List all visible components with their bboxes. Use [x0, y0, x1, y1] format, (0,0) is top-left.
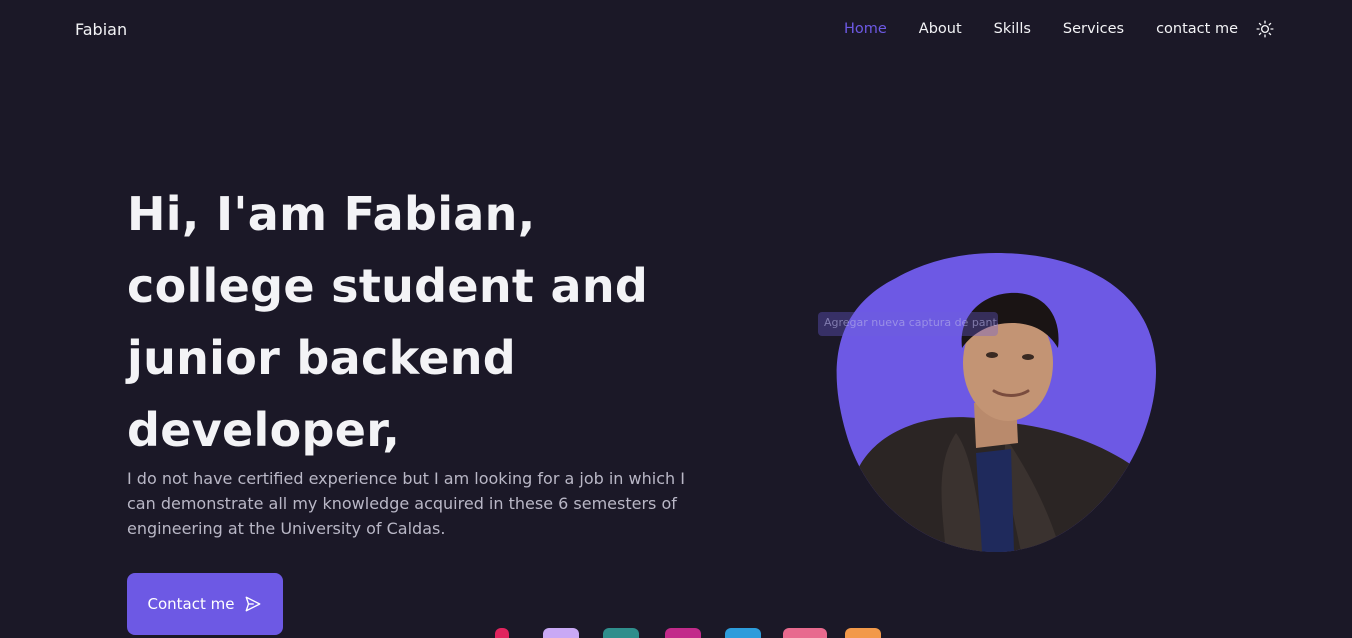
skill-icon[interactable]: [603, 628, 639, 638]
hero-title: Hi, I'am Fabian, college student and jun…: [127, 178, 747, 466]
skill-icon[interactable]: [665, 628, 701, 638]
hero-description: I do not have certified experience but I…: [127, 469, 685, 538]
hero-title-line: college student and: [127, 259, 649, 313]
top-navbar: Fabian Home About Skills Services contac…: [0, 0, 1352, 60]
send-icon: [246, 596, 261, 612]
hero-title-line: developer,: [127, 403, 401, 457]
nav-link-contact[interactable]: contact me: [1156, 21, 1238, 37]
site-logo[interactable]: Fabian: [75, 20, 127, 39]
nav-link-skills[interactable]: Skills: [994, 21, 1031, 37]
screenshot-overlay-text: Agregar nueva captura de pantalla: [818, 312, 998, 336]
skill-icon[interactable]: [725, 628, 761, 638]
contact-me-button[interactable]: Contact me: [127, 573, 283, 635]
sun-icon[interactable]: [1256, 20, 1274, 38]
skill-icon[interactable]: [783, 628, 827, 638]
nav-link-about[interactable]: About: [919, 21, 962, 37]
skill-icons-strip: [495, 628, 895, 638]
skill-icon[interactable]: [495, 628, 509, 638]
skill-icon[interactable]: [845, 628, 881, 638]
hero-title-line: junior backend: [127, 331, 517, 385]
contact-me-label: Contact me: [147, 595, 235, 613]
nav-link-services[interactable]: Services: [1063, 21, 1124, 37]
profile-image: [836, 253, 1157, 552]
nav-menu: Home About Skills Services contact me: [812, 20, 1274, 38]
hero-title-line: Hi, I'am Fabian,: [127, 187, 536, 241]
skill-icon[interactable]: [543, 628, 579, 638]
nav-link-home[interactable]: Home: [844, 21, 887, 37]
